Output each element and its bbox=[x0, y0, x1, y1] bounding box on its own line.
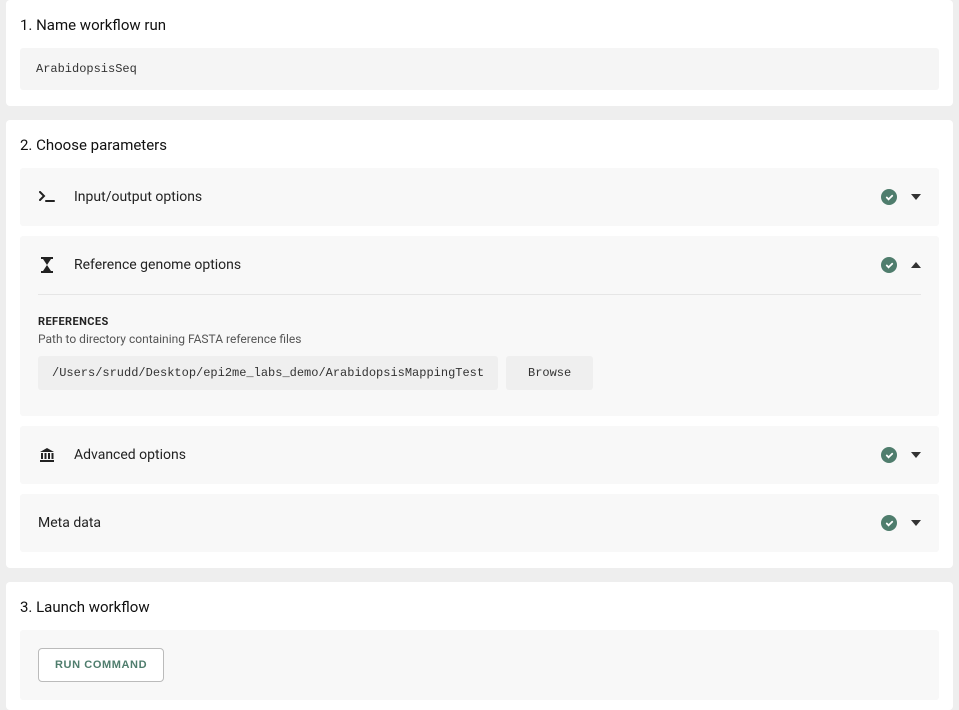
panel-io-header[interactable]: Input/output options bbox=[20, 168, 939, 226]
panel-ref-body: REFERENCES Path to directory containing … bbox=[20, 294, 939, 416]
step-name-workflow: 1. Name workflow run bbox=[6, 0, 953, 106]
references-label: REFERENCES bbox=[38, 315, 921, 328]
step-launch-workflow: 3. Launch workflow RUN COMMAND bbox=[6, 582, 953, 710]
divider bbox=[38, 294, 921, 295]
chevron-down-icon bbox=[911, 192, 921, 202]
panel-meta-title: Meta data bbox=[38, 515, 101, 531]
references-help: Path to directory containing FASTA refer… bbox=[38, 332, 921, 346]
chevron-down-icon bbox=[911, 450, 921, 460]
step3-title: 3. Launch workflow bbox=[20, 598, 939, 616]
panel-adv-header[interactable]: Advanced options bbox=[20, 426, 939, 484]
panel-advanced-options: Advanced options bbox=[20, 426, 939, 484]
hourglass-icon bbox=[38, 256, 56, 274]
panel-io-options: Input/output options bbox=[20, 168, 939, 226]
chevron-up-icon bbox=[911, 260, 921, 270]
panel-ref-title: Reference genome options bbox=[74, 257, 241, 273]
terminal-icon bbox=[38, 188, 56, 206]
panel-meta-data: Meta data bbox=[20, 494, 939, 552]
panel-adv-title: Advanced options bbox=[74, 447, 186, 463]
step1-title: 1. Name workflow run bbox=[20, 16, 939, 34]
step-choose-parameters: 2. Choose parameters Input/output option… bbox=[6, 120, 953, 568]
check-icon bbox=[881, 189, 897, 205]
institution-icon bbox=[38, 446, 56, 464]
references-path-input[interactable] bbox=[38, 356, 498, 390]
check-icon bbox=[881, 447, 897, 463]
browse-button[interactable]: Browse bbox=[506, 356, 593, 390]
check-icon bbox=[881, 515, 897, 531]
run-area: RUN COMMAND bbox=[20, 630, 939, 700]
panel-ref-header[interactable]: Reference genome options bbox=[20, 236, 939, 294]
workflow-name-input[interactable] bbox=[20, 48, 939, 90]
panel-meta-header[interactable]: Meta data bbox=[20, 494, 939, 552]
run-command-button[interactable]: RUN COMMAND bbox=[38, 648, 164, 682]
panel-io-title: Input/output options bbox=[74, 189, 202, 205]
chevron-down-icon bbox=[911, 518, 921, 528]
check-icon bbox=[881, 257, 897, 273]
step2-title: 2. Choose parameters bbox=[20, 136, 939, 154]
panel-reference-genome: Reference genome options REFERENCES Path… bbox=[20, 236, 939, 416]
